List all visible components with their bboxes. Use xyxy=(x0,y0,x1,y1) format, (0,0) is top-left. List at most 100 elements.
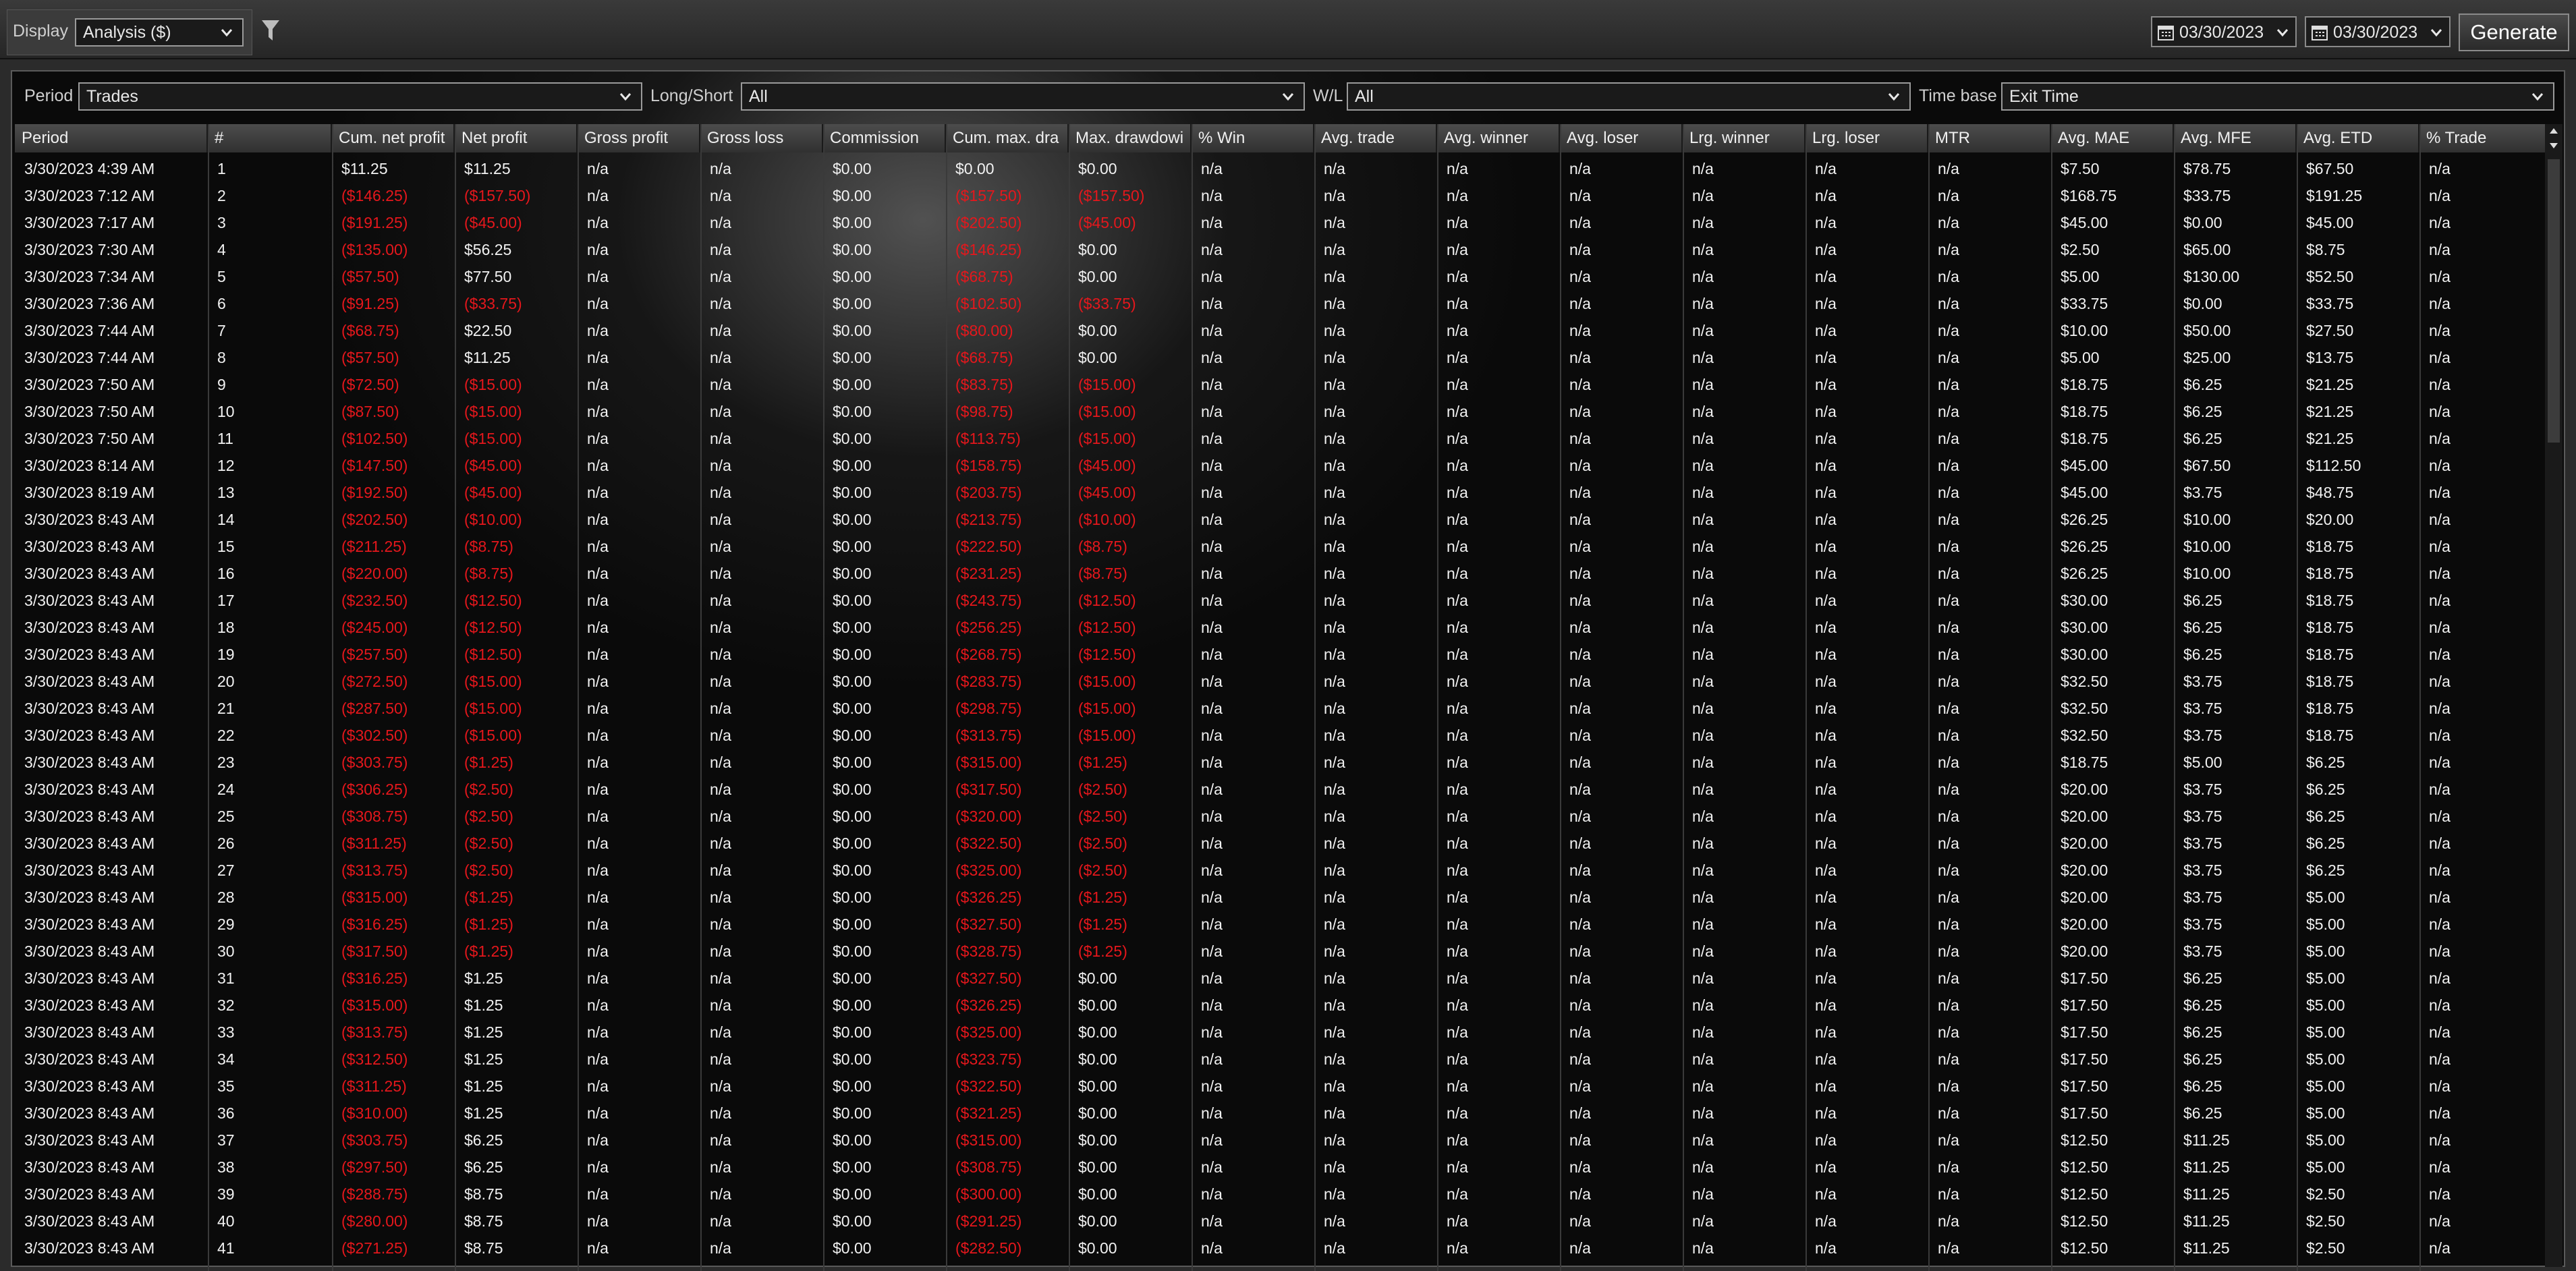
table-row[interactable]: 3/30/2023 4:39 AM 1 $11.25 $11.25 n/a n/a $0.0… xyxy=(15,155,2548,182)
filter-icon[interactable] xyxy=(260,19,281,42)
cell-trade-number: 4 xyxy=(217,241,226,258)
table-row[interactable]: 3/30/2023 7:30 AM 4 ($135.00) $56.25 n/a n/a $… xyxy=(15,236,2548,263)
cell-gross-profit: n/a xyxy=(587,457,609,474)
date-to-picker[interactable]: 03/30/2023 xyxy=(2305,16,2451,47)
column-header-gross-profit[interactable]: Gross profit xyxy=(578,124,700,152)
table-row[interactable]: 3/30/2023 8:43 AM 25 ($308.75) ($2.50) n/a n/… xyxy=(15,803,2548,830)
table-row[interactable]: 3/30/2023 8:43 AM 26 ($311.25) ($2.50) n/a n/… xyxy=(15,830,2548,857)
scrollbar-thumb[interactable] xyxy=(2548,159,2560,443)
table-row[interactable]: 3/30/2023 8:43 AM 20 ($272.50) ($15.00) n/a n… xyxy=(15,668,2548,695)
table-row[interactable]: 3/30/2023 7:36 AM 6 ($91.25) ($33.75) n/a n/a… xyxy=(15,290,2548,317)
cell-avg-loser: n/a xyxy=(1569,538,1591,555)
column-header-cum-net-profit[interactable]: Cum. net profit xyxy=(332,124,455,152)
table-row[interactable]: 3/30/2023 7:44 AM 7 ($68.75) $22.50 n/a n/a $0… xyxy=(15,317,2548,344)
table-row[interactable]: 3/30/2023 8:43 AM 24 ($306.25) ($2.50) n/a n/… xyxy=(15,776,2548,803)
table-row[interactable]: 3/30/2023 8:43 AM 28 ($315.00) ($1.25) n/a n/… xyxy=(15,884,2548,911)
column-header-net-profit[interactable]: Net profit xyxy=(455,124,578,152)
column-header-mtr[interactable]: MTR xyxy=(1928,124,2051,152)
column-header-commission[interactable]: Commission xyxy=(823,124,946,152)
cell-cum-max-drawdown: ($320.00) xyxy=(955,808,1022,825)
table-row[interactable]: 3/30/2023 8:43 AM 36 ($310.00) $1.25 n/a n/a $… xyxy=(15,1100,2548,1127)
column-header-gross-loss[interactable]: Gross loss xyxy=(700,124,823,152)
column-header-avg-loser[interactable]: Avg. loser xyxy=(1560,124,1683,152)
table-row[interactable]: 3/30/2023 8:43 AM 27 ($313.75) ($2.50) n/a n/… xyxy=(15,857,2548,884)
cell-mtr: n/a xyxy=(1938,1023,1959,1041)
scroll-down-icon[interactable] xyxy=(2545,139,2563,152)
table-row[interactable]: 3/30/2023 8:43 AM 19 ($257.50) ($12.50) n/a n… xyxy=(15,641,2548,668)
table-row[interactable]: 3/30/2023 7:50 AM 11 ($102.50) ($15.00) n/a n… xyxy=(15,425,2548,452)
scroll-up-icon[interactable] xyxy=(2545,124,2563,138)
cell-cum-max-drawdown: ($291.25) xyxy=(955,1212,1022,1230)
cell-trade-number: 18 xyxy=(217,619,235,636)
cell-max-drawdown: ($1.25) xyxy=(1078,754,1127,771)
table-row[interactable]: 3/30/2023 8:43 AM 16 ($220.00) ($8.75) n/a n/… xyxy=(15,560,2548,587)
table-row[interactable]: 3/30/2023 7:50 AM 10 ($87.50) ($15.00) n/a n/… xyxy=(15,398,2548,425)
cell-trade-number: 37 xyxy=(217,1131,235,1149)
cell-lrg-loser: n/a xyxy=(1815,241,1837,258)
table-row[interactable]: 3/30/2023 8:43 AM 35 ($311.25) $1.25 n/a n/a $… xyxy=(15,1073,2548,1100)
table-row[interactable]: 3/30/2023 8:43 AM 33 ($313.75) $1.25 n/a n/a $… xyxy=(15,1019,2548,1046)
column-header-pct-win[interactable]: % Win xyxy=(1192,124,1314,152)
wl-select[interactable]: All xyxy=(1347,82,1911,111)
cell-pct-win: n/a xyxy=(1201,376,1223,393)
table-row[interactable]: 3/30/2023 8:14 AM 12 ($147.50) ($45.00) n/a n… xyxy=(15,452,2548,479)
cell-cum-max-drawdown: ($213.75) xyxy=(955,511,1022,528)
table-row[interactable]: 3/30/2023 8:43 AM 18 ($245.00) ($12.50) n/a n… xyxy=(15,614,2548,641)
table-row[interactable]: 3/30/2023 8:43 AM 37 ($303.75) $6.25 n/a n/a $… xyxy=(15,1127,2548,1154)
table-row[interactable]: 3/30/2023 8:43 AM 31 ($316.25) $1.25 n/a n/a $… xyxy=(15,965,2548,992)
table-row[interactable]: 3/30/2023 8:43 AM 29 ($316.25) ($1.25) n/a n/… xyxy=(15,911,2548,938)
table-row[interactable]: 3/30/2023 8:19 AM 13 ($192.50) ($45.00) n/a n… xyxy=(15,479,2548,506)
column-header-cum-max-drawdown[interactable]: Cum. max. dra xyxy=(946,124,1069,152)
table-row[interactable]: 3/30/2023 7:44 AM 8 ($57.50) $11.25 n/a n/a $0… xyxy=(15,344,2548,371)
cell-pct-trade: n/a xyxy=(2429,996,2451,1014)
table-row[interactable]: 3/30/2023 7:50 AM 9 ($72.50) ($15.00) n/a n/a… xyxy=(15,371,2548,398)
cell-gross-profit: n/a xyxy=(587,915,609,933)
column-header-avg-mfe[interactable]: Avg. MFE xyxy=(2174,124,2297,152)
column-header-trade-number[interactable]: # xyxy=(208,124,332,152)
column-header-avg-mae[interactable]: Avg. MAE xyxy=(2051,124,2174,152)
date-from-picker[interactable]: 03/30/2023 xyxy=(2151,16,2297,47)
cell-lrg-loser: n/a xyxy=(1815,915,1837,933)
column-header-avg-winner[interactable]: Avg. winner xyxy=(1437,124,1560,152)
cell-avg-mae: $26.25 xyxy=(2061,538,2108,555)
vertical-scrollbar[interactable] xyxy=(2545,124,2563,1267)
cell-net-profit: ($12.50) xyxy=(464,619,522,636)
table-row[interactable]: 3/30/2023 8:43 AM 41 ($271.25) $8.75 n/a n/a $… xyxy=(15,1235,2548,1262)
generate-button[interactable]: Generate xyxy=(2459,13,2569,51)
table-row[interactable]: 3/30/2023 7:12 AM 2 ($146.25) ($157.50) n/a n… xyxy=(15,182,2548,209)
column-header-pct-trade[interactable]: % Trade xyxy=(2419,124,2548,152)
table-row[interactable]: 3/30/2023 8:43 AM 15 ($211.25) ($8.75) n/a n/… xyxy=(15,533,2548,560)
cell-trade-number: 33 xyxy=(217,1023,235,1041)
table-row[interactable]: 3/30/2023 8:43 AM 38 ($297.50) $6.25 n/a n/a $… xyxy=(15,1154,2548,1181)
table-row[interactable]: 3/30/2023 8:43 AM 17 ($232.50) ($12.50) n/a n… xyxy=(15,587,2548,614)
table-row[interactable]: 3/30/2023 8:43 AM 40 ($280.00) $8.75 n/a n/a $… xyxy=(15,1208,2548,1235)
column-header-max-drawdown[interactable]: Max. drawdowi xyxy=(1069,124,1192,152)
timebase-select[interactable]: Exit Time xyxy=(2001,82,2554,111)
cell-lrg-winner: n/a xyxy=(1692,1158,1714,1176)
cell-gross-profit: n/a xyxy=(587,862,609,879)
table-row[interactable]: 3/30/2023 8:43 AM 14 ($202.50) ($10.00) n/a n… xyxy=(15,506,2548,533)
longshort-select[interactable]: All xyxy=(741,82,1305,111)
cell-lrg-winner: n/a xyxy=(1692,1185,1714,1203)
table-row[interactable]: 3/30/2023 8:43 AM 34 ($312.50) $1.25 n/a n/a $… xyxy=(15,1046,2548,1073)
column-header-lrg-loser[interactable]: Lrg. loser xyxy=(1805,124,1928,152)
table-row[interactable]: 3/30/2023 8:43 AM 32 ($315.00) $1.25 n/a n/a $… xyxy=(15,992,2548,1019)
cell-avg-loser: n/a xyxy=(1569,835,1591,852)
cell-mtr: n/a xyxy=(1938,295,1959,312)
column-header-lrg-winner[interactable]: Lrg. winner xyxy=(1683,124,1805,152)
table-row[interactable]: 3/30/2023 8:43 AM 21 ($287.50) ($15.00) n/a n… xyxy=(15,695,2548,722)
cell-pct-win: n/a xyxy=(1201,1158,1223,1176)
display-select[interactable]: Analysis ($) xyxy=(75,18,244,47)
table-row[interactable]: 3/30/2023 8:43 AM 39 ($288.75) $8.75 n/a n/a $… xyxy=(15,1181,2548,1208)
table-row[interactable]: 3/30/2023 8:43 AM 30 ($317.50) ($1.25) n/a n/… xyxy=(15,938,2548,965)
column-header-period[interactable]: Period xyxy=(15,124,208,152)
cell-pct-trade: n/a xyxy=(2429,592,2451,609)
cell-commission: $0.00 xyxy=(833,1104,872,1122)
column-header-avg-etd[interactable]: Avg. ETD xyxy=(2297,124,2419,152)
table-row[interactable]: 3/30/2023 8:43 AM 22 ($302.50) ($15.00) n/a n… xyxy=(15,722,2548,749)
column-header-avg-trade[interactable]: Avg. trade xyxy=(1314,124,1437,152)
table-row[interactable]: 3/30/2023 7:34 AM 5 ($57.50) $77.50 n/a n/a $0… xyxy=(15,263,2548,290)
period-select[interactable]: Trades xyxy=(78,82,642,111)
table-row[interactable]: 3/30/2023 8:43 AM 23 ($303.75) ($1.25) n/a n/… xyxy=(15,749,2548,776)
table-row[interactable]: 3/30/2023 7:17 AM 3 ($191.25) ($45.00) n/a n/… xyxy=(15,209,2548,236)
